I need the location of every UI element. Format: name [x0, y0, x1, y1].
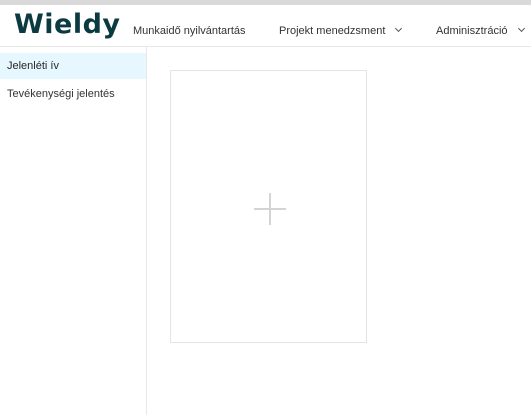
- nav-projekt-menedzsment[interactable]: Projekt menedzsment: [279, 24, 403, 37]
- nav-adminisztracio[interactable]: Adminisztráció: [436, 24, 525, 37]
- top-header: Wieldy Munkaidő nyilvántartás Projekt me…: [0, 5, 531, 47]
- plus-icon-vertical: [269, 193, 271, 225]
- sidebar-item-label: Tevékenységi jelentés: [7, 88, 115, 100]
- add-card-button[interactable]: [170, 70, 367, 343]
- sidebar-item-label: Jelenléti ív: [7, 60, 59, 72]
- chevron-down-icon: [517, 24, 525, 33]
- nav-label: Adminisztráció: [436, 25, 508, 37]
- sidebar: Jelenléti ív Tevékenységi jelentés: [0, 47, 147, 415]
- chevron-down-icon: [395, 24, 403, 33]
- sidebar-item-jelenleti-iv[interactable]: Jelenléti ív: [0, 53, 146, 79]
- nav-label: Projekt menedzsment: [279, 25, 386, 37]
- nav-munkaido[interactable]: Munkaidő nyilvántartás: [133, 25, 246, 37]
- app-logo[interactable]: Wieldy: [14, 9, 121, 40]
- nav-label: Munkaidő nyilvántartás: [133, 25, 246, 37]
- sidebar-item-tevekenysegi-jelentes[interactable]: Tevékenységi jelentés: [0, 81, 146, 107]
